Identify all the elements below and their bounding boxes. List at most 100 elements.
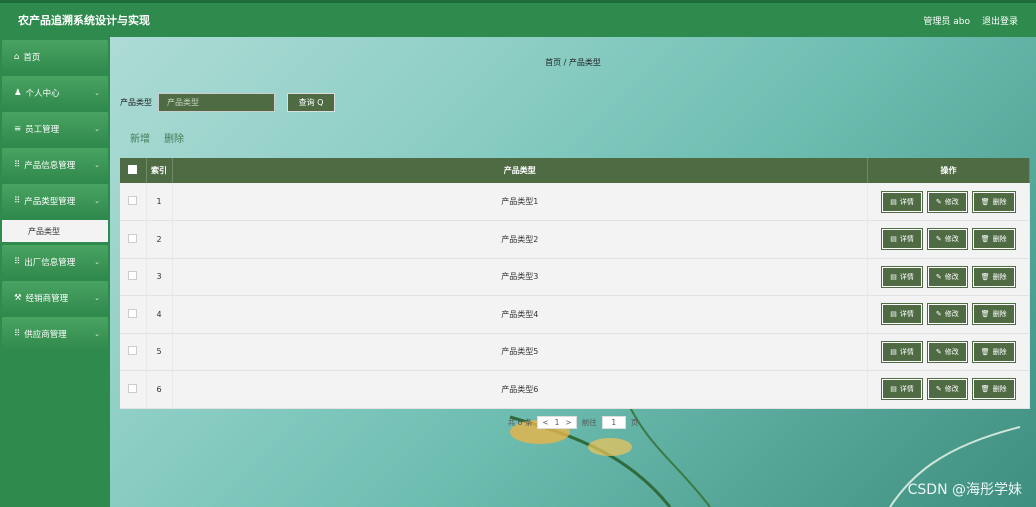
prev-page-button[interactable]: < [542,418,548,427]
sidebar-item-supplier[interactable]: ⠿ 供应商管理 ⌄ [2,317,108,350]
detail-icon: ▤ [890,235,897,244]
row-index: 5 [146,333,173,371]
chevron-down-icon: ⌄ [94,329,100,338]
trash-icon: 🗑 [980,385,990,394]
add-button[interactable]: 新增 [130,130,150,145]
edit-icon: ✎ [935,235,942,244]
detail-icon: ▤ [890,272,897,281]
row-checkbox[interactable] [128,233,138,243]
sidebar-item-staff[interactable]: ≡ 员工管理 ⌄ [2,112,108,145]
sidebar-subitem-product-type[interactable]: 产品类型 [2,220,108,242]
delete-button[interactable]: 删除 [164,130,184,145]
row-index: 1 [146,183,173,221]
sidebar-item-label: 员工管理 [25,124,60,135]
remove-button[interactable]: 🗑 删除 [971,303,1016,326]
sidebar-item-label: 产品类型管理 [24,196,76,207]
row-checkbox[interactable] [128,383,138,393]
grid-icon: ⠿ [14,195,21,206]
next-page-button[interactable]: > [565,418,571,427]
column-type: 产品类型 [172,158,868,183]
page-unit: 页 [630,418,639,427]
home-icon: ⌂ [14,51,20,62]
select-all-checkbox[interactable] [128,165,138,174]
table-row: 6 产品类型6 ▤ 详情 ✎ 修改 🗑 删除 [120,370,1030,408]
user-icon: ♟ [14,87,22,98]
edit-button[interactable]: ✎ 修改 [926,228,968,251]
edit-icon: ✎ [935,197,942,206]
sidebar-item-dealer[interactable]: ⚒ 经销商管理 ⌄ [2,281,108,314]
row-type: 产品类型6 [172,370,868,408]
trash-icon: 🗑 [980,347,990,356]
detail-button[interactable]: ▤ 详情 [881,303,923,326]
row-checkbox[interactable] [128,271,138,281]
chevron-down-icon: ⌄ [94,160,100,169]
edit-button[interactable]: ✎ 修改 [926,190,968,213]
detail-icon: ▤ [890,197,897,206]
admin-user[interactable]: 管理员 abo [923,14,970,27]
grid-icon: ⠿ [14,159,21,170]
current-page[interactable]: 1 [555,418,560,427]
sidebar-item-product-type[interactable]: ⠿ 产品类型管理 ⌄ [2,184,108,217]
sidebar-item-label: 个人中心 [25,88,60,99]
remove-button[interactable]: 🗑 删除 [971,190,1016,213]
grid-icon: ⠿ [14,328,21,339]
edit-button[interactable]: ✎ 修改 [926,378,968,401]
row-checkbox[interactable] [128,308,138,318]
row-checkbox[interactable] [128,196,138,205]
chevron-down-icon: ⌄ [94,124,100,133]
sidebar-item-label: 供应商管理 [24,329,67,340]
logout-link[interactable]: 退出登录 [982,14,1018,27]
edit-button[interactable]: ✎ 修改 [926,303,968,326]
sidebar-item-product-info[interactable]: ⠿ 产品信息管理 ⌄ [2,148,108,181]
table-row: 3 产品类型3 ▤ 详情 ✎ 修改 🗑 删除 [120,258,1030,296]
remove-button[interactable]: 🗑 删除 [971,228,1016,251]
detail-button[interactable]: ▤ 详情 [881,228,923,251]
pager-total: 共 6 条 [507,418,533,427]
tool-icon: ⚒ [14,292,22,303]
sidebar: ⌂ 首页 ♟ 个人中心 ⌄ ≡ 员工管理 ⌄ ⠿ 产品信息管理 ⌄ ⠿ 产品类型管理 ⌄ 产品类型… [0,37,110,507]
row-type: 产品类型1 [172,183,868,221]
edit-button[interactable]: ✎ 修改 [926,265,968,288]
search-label: 产品类型 [120,98,152,107]
trash-icon: 🗑 [980,272,990,281]
edit-icon: ✎ [935,272,942,281]
chevron-down-icon: ⌄ [94,88,100,97]
table-row: 2 产品类型2 ▤ 详情 ✎ 修改 🗑 删除 [120,220,1030,258]
detail-button[interactable]: ▤ 详情 [881,340,923,363]
remove-button[interactable]: 🗑 删除 [971,340,1016,363]
sidebar-item-label: 经销商管理 [25,293,69,304]
remove-button[interactable]: 🗑 删除 [971,378,1016,401]
sidebar-item-factory-info[interactable]: ⠿ 出厂信息管理 ⌄ [2,245,108,278]
row-type: 产品类型2 [172,220,868,258]
edit-button[interactable]: ✎ 修改 [926,340,968,363]
detail-icon: ▤ [890,310,897,319]
app-title: 农产品追溯系统设计与实现 [18,14,150,27]
detail-icon: ▤ [890,347,897,356]
chevron-down-icon: ⌄ [94,293,100,302]
goto-label: 前往 [581,418,597,427]
chevron-down-icon: ⌄ [94,196,100,205]
row-index: 3 [146,258,173,296]
chevron-down-icon: ⌄ [94,257,100,266]
main-content: 首页 / 产品类型 产品类型 查询 Q 新增 删除 索引 产品类型 操作 1 [110,37,1036,507]
search-input[interactable] [158,93,275,112]
edit-icon: ✎ [935,310,942,319]
detail-button[interactable]: ▤ 详情 [881,378,923,401]
data-table: 索引 产品类型 操作 1 产品类型1 ▤ 详情 ✎ 修改 🗑 删除 2 产品类型… [120,158,1030,409]
sidebar-item-personal-center[interactable]: ♟ 个人中心 ⌄ [2,76,108,109]
trash-icon: 🗑 [980,197,990,206]
detail-button[interactable]: ▤ 详情 [881,265,923,288]
detail-button[interactable]: ▤ 详情 [881,190,923,213]
remove-button[interactable]: 🗑 删除 [971,265,1016,288]
breadcrumb: 首页 / 产品类型 [545,58,601,67]
row-index: 6 [146,370,173,408]
sidebar-item-label: 产品信息管理 [24,160,76,171]
query-button[interactable]: 查询 Q [287,93,335,112]
table-row: 1 产品类型1 ▤ 详情 ✎ 修改 🗑 删除 [120,183,1030,221]
pagination: 共 6 条 <1 > 前往 1 页 [110,416,1036,429]
page-input[interactable]: 1 [601,416,626,429]
row-index: 4 [146,295,173,333]
row-checkbox[interactable] [128,346,138,356]
sidebar-item-home[interactable]: ⌂ 首页 [2,40,108,73]
sidebar-item-label: 出厂信息管理 [24,257,76,268]
